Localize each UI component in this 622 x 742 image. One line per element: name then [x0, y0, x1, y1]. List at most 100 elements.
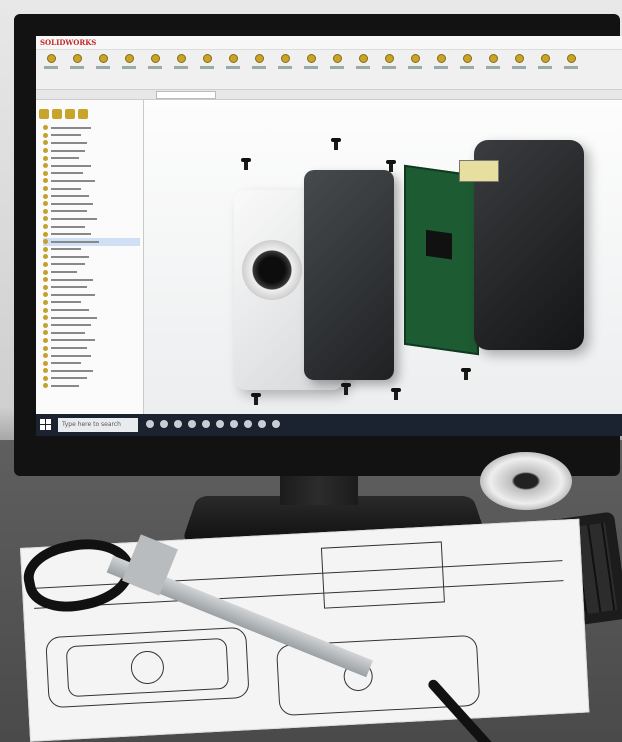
ribbon-button[interactable] — [120, 54, 138, 82]
tree-item-selected[interactable] — [43, 237, 140, 246]
ribbon-button[interactable] — [94, 54, 112, 82]
ribbon-button[interactable] — [42, 54, 60, 82]
ribbon-button[interactable] — [484, 54, 502, 82]
tree-item[interactable] — [43, 382, 140, 390]
tree-item[interactable] — [43, 321, 140, 329]
app-icon[interactable] — [160, 420, 168, 428]
tree-item[interactable] — [43, 215, 140, 223]
ribbon-button[interactable] — [432, 54, 450, 82]
app-icon[interactable] — [230, 420, 238, 428]
tree-item[interactable] — [43, 306, 140, 314]
tree-item[interactable] — [43, 375, 140, 383]
tree-item[interactable] — [43, 299, 140, 307]
tool-icon — [124, 54, 134, 63]
part-icon — [43, 132, 48, 138]
tree-item[interactable] — [43, 337, 140, 345]
tree-item[interactable] — [43, 170, 140, 178]
tree-item[interactable] — [43, 344, 140, 352]
tree-item[interactable] — [43, 253, 140, 261]
start-icon[interactable] — [40, 419, 52, 431]
part-icon — [43, 246, 48, 252]
tree-icon[interactable] — [39, 109, 49, 119]
tree-icon[interactable] — [78, 109, 88, 119]
part-icon — [43, 292, 48, 298]
tool-icon — [514, 54, 524, 63]
ribbon-button[interactable] — [276, 54, 294, 82]
tree-item[interactable] — [43, 185, 140, 193]
tree-item[interactable] — [43, 268, 140, 276]
ribbon-button[interactable] — [328, 54, 346, 82]
tree-item[interactable] — [43, 359, 140, 367]
graphics-viewport[interactable] — [144, 100, 622, 414]
tree-item[interactable] — [43, 367, 140, 375]
ribbon-button[interactable] — [510, 54, 528, 82]
tool-icon — [332, 54, 342, 63]
tree-item[interactable] — [43, 200, 140, 208]
taskbar-search[interactable]: Type here to search — [58, 418, 138, 432]
frame-plate — [304, 170, 394, 380]
ribbon-button[interactable] — [406, 54, 424, 82]
part-icon — [43, 231, 48, 237]
ribbon-button[interactable] — [172, 54, 190, 82]
tree-item[interactable] — [43, 192, 140, 200]
part-icon — [43, 261, 48, 267]
ribbon-button[interactable] — [68, 54, 86, 82]
tree-item[interactable] — [43, 154, 140, 162]
app-icon[interactable] — [188, 420, 196, 428]
tree-item[interactable] — [43, 246, 140, 254]
tool-icon — [72, 54, 82, 63]
ribbon-button[interactable] — [146, 54, 164, 82]
tree-icon[interactable] — [52, 109, 62, 119]
tool-icon — [202, 54, 212, 63]
ribbon-button[interactable] — [536, 54, 554, 82]
tree-item[interactable] — [43, 283, 140, 291]
part-icon — [43, 254, 48, 260]
circuit-board — [404, 164, 479, 356]
tree-item[interactable] — [43, 291, 140, 299]
app-icon[interactable] — [244, 420, 252, 428]
ribbon-button[interactable] — [224, 54, 242, 82]
app-icon[interactable] — [174, 420, 182, 428]
part-icon — [43, 269, 48, 275]
screw — [461, 368, 471, 380]
tool-icon — [150, 54, 160, 63]
app-icon[interactable] — [272, 420, 280, 428]
tree-item[interactable] — [43, 162, 140, 170]
tree-item[interactable] — [43, 230, 140, 238]
app-icon[interactable] — [216, 420, 224, 428]
tab-active[interactable] — [156, 91, 216, 99]
ribbon-button[interactable] — [562, 54, 580, 82]
tree-item[interactable] — [43, 223, 140, 231]
tree-item[interactable] — [43, 208, 140, 216]
tree-item[interactable] — [43, 132, 140, 140]
monitor: SOLIDWORKS Type here to search — [14, 14, 622, 476]
tree-item[interactable] — [43, 261, 140, 269]
ribbon-button[interactable] — [250, 54, 268, 82]
tree-item[interactable] — [43, 314, 140, 322]
part-icon — [43, 193, 48, 199]
command-tabs — [36, 90, 622, 100]
tree-icon[interactable] — [65, 109, 75, 119]
part-icon — [43, 208, 48, 214]
ribbon-button[interactable] — [354, 54, 372, 82]
ribbon-button[interactable] — [198, 54, 216, 82]
tool-icon — [306, 54, 316, 63]
tool-icon — [410, 54, 420, 63]
tree-item[interactable] — [43, 352, 140, 360]
tree-item[interactable] — [43, 276, 140, 284]
app-icon[interactable] — [258, 420, 266, 428]
tree-item[interactable] — [43, 124, 140, 132]
tool-icon — [254, 54, 264, 63]
tree-item[interactable] — [43, 147, 140, 155]
tree-item[interactable] — [43, 329, 140, 337]
tree-item[interactable] — [43, 139, 140, 147]
part-icon — [43, 155, 48, 161]
command-ribbon — [36, 50, 622, 90]
ribbon-button[interactable] — [458, 54, 476, 82]
tree-item[interactable] — [43, 177, 140, 185]
app-icon[interactable] — [146, 420, 154, 428]
ribbon-button[interactable] — [302, 54, 320, 82]
app-icon[interactable] — [202, 420, 210, 428]
ribbon-button[interactable] — [380, 54, 398, 82]
part-icon — [43, 277, 48, 283]
